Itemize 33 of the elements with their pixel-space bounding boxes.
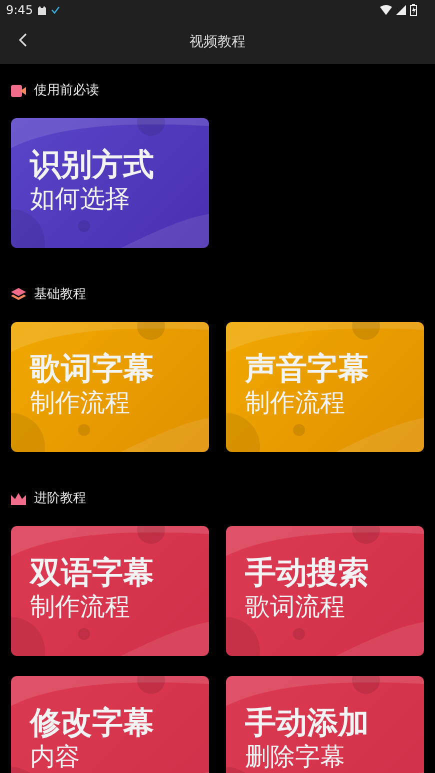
card-title: 识别方式 <box>30 148 155 184</box>
card-subtitle: 制作流程 <box>30 388 131 418</box>
tutorial-card[interactable]: 手动添加 删除字幕 <box>226 676 424 773</box>
screen-title: 视频教程 <box>190 32 246 52</box>
card-subtitle: 歌词流程 <box>245 592 346 622</box>
wifi-icon <box>380 5 392 15</box>
section-title: 进阶教程 <box>34 490 86 508</box>
card-title: 手动搜索 <box>245 556 370 592</box>
card-subtitle: 内容 <box>30 742 81 772</box>
tutorial-card[interactable]: 手动搜索 歌词流程 <box>226 526 424 656</box>
tutorial-card[interactable]: 双语字幕 制作流程 <box>11 526 209 656</box>
crown-icon <box>11 493 26 505</box>
notification-icon <box>36 5 47 15</box>
tutorial-card[interactable]: 识别方式 如何选择 <box>11 118 209 248</box>
back-icon <box>18 32 28 48</box>
card-title: 手动添加 <box>245 706 370 742</box>
card-title: 修改字幕 <box>30 706 155 742</box>
card-title: 声音字幕 <box>245 352 370 388</box>
section-title: 使用前必读 <box>34 82 99 100</box>
card-title: 歌词字幕 <box>30 352 155 388</box>
layers-icon <box>11 288 26 302</box>
check-icon <box>50 6 60 14</box>
card-title: 双语字幕 <box>30 556 155 592</box>
card-subtitle: 制作流程 <box>30 592 131 622</box>
signal-icon <box>396 5 406 15</box>
battery-icon <box>410 4 417 16</box>
status-time: 9:45 <box>6 2 33 19</box>
card-subtitle: 如何选择 <box>30 184 131 214</box>
tutorial-card[interactable]: 修改字幕 内容 <box>11 676 209 773</box>
card-subtitle: 制作流程 <box>245 388 346 418</box>
video-camera-icon <box>11 85 26 97</box>
card-subtitle: 删除字幕 <box>245 742 346 772</box>
section-title: 基础教程 <box>34 286 86 304</box>
